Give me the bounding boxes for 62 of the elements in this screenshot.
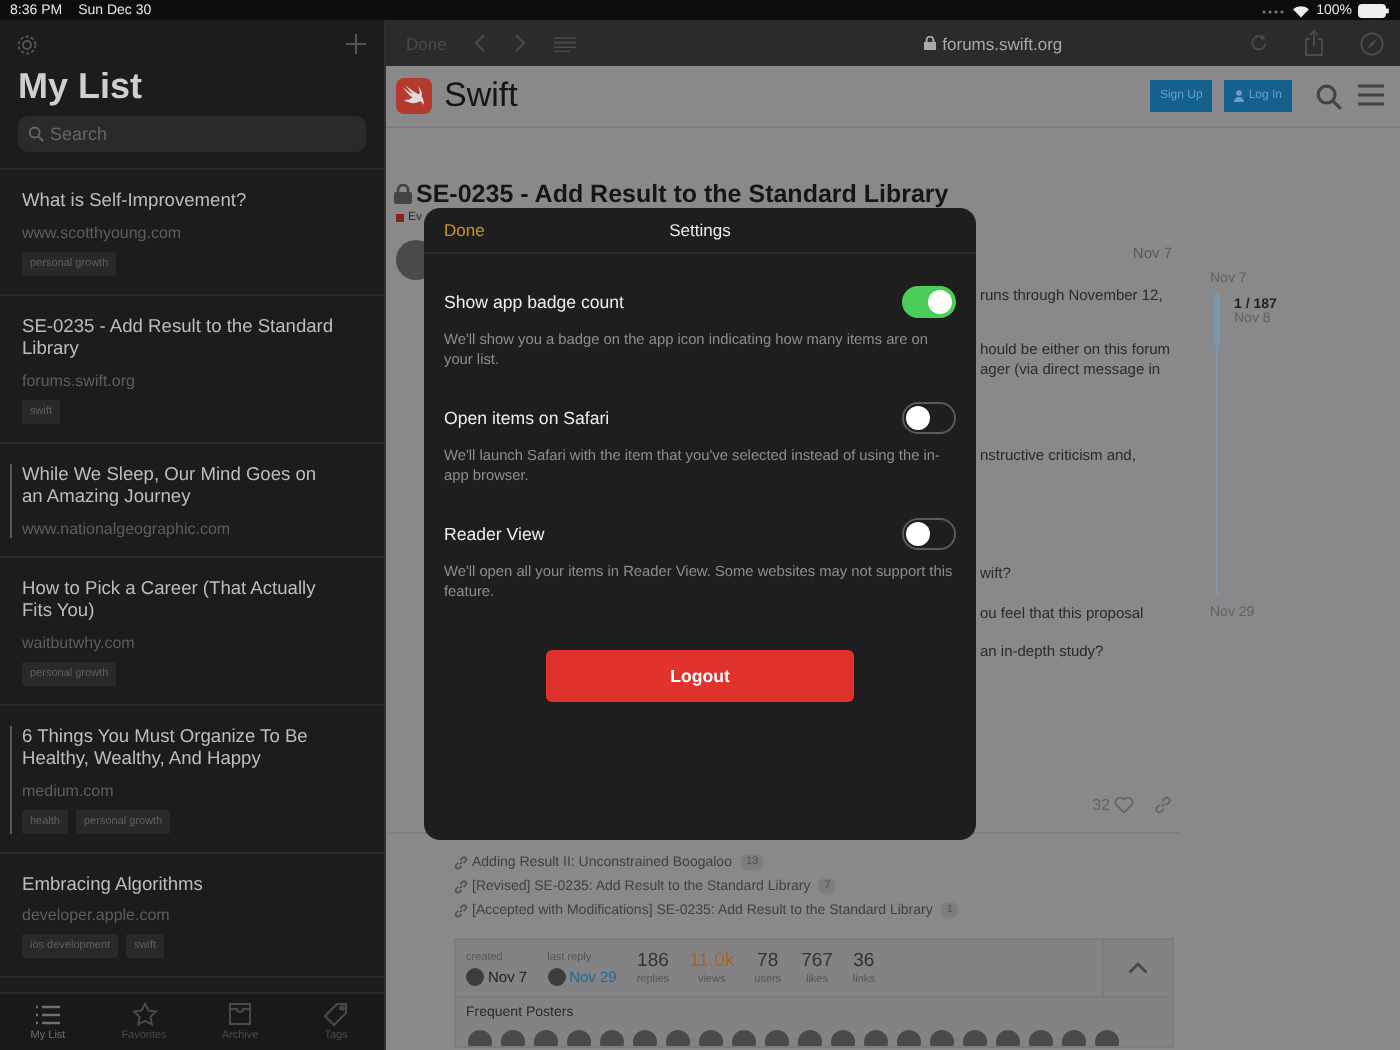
forward-chevron-icon [514, 34, 527, 52]
link-icon [454, 855, 468, 869]
stat-value: 767 [801, 950, 833, 972]
stat-value: 36 [853, 950, 875, 972]
person-icon [1234, 90, 1245, 102]
bird-logo-icon [396, 78, 432, 114]
battery-icon [1358, 3, 1390, 17]
link-icon [1154, 796, 1172, 814]
lock-icon [924, 36, 937, 50]
stat-value: 78 [757, 950, 779, 972]
dialog-title: Settings [669, 220, 731, 240]
reader-lines-icon [554, 35, 577, 51]
list-icon [34, 1003, 62, 1025]
search-field[interactable]: Search [18, 116, 366, 152]
toggle-switch[interactable] [902, 518, 956, 550]
toggle-switch[interactable] [902, 286, 956, 318]
setting-label: Show app badge count [444, 292, 624, 312]
article-title: While We Sleep, Our Mind Goes on an Amazing Journey [22, 463, 319, 509]
article-site: www.nationalgeographic.com [22, 519, 233, 537]
article-site: medium.com [22, 781, 116, 799]
chevron-up-icon [1128, 962, 1148, 974]
article-site: waitbutwhy.com [22, 633, 137, 651]
archive-box-icon [228, 1002, 252, 1026]
lock-icon [394, 184, 412, 204]
wifi-icon [1292, 3, 1311, 17]
article-item[interactable]: While We Sleep, Our Mind Goes on an Amazing Journey www.nationalgeographic.com [0, 443, 384, 557]
list-title: My List [16, 64, 145, 110]
back-chevron-icon [474, 34, 487, 52]
plus-icon [346, 34, 366, 54]
link-icon [454, 879, 468, 893]
article-title: Embracing Algorithms [22, 873, 205, 896]
tag-icon [324, 1002, 348, 1026]
star-icon [131, 1002, 157, 1026]
done-button[interactable]: Done [444, 220, 485, 240]
avatar [466, 967, 484, 985]
compass-icon [1360, 31, 1384, 55]
signal-icon [1262, 6, 1287, 14]
setting-label: Open items on Safari [444, 408, 610, 428]
article-site: www.scotthyoung.com [22, 223, 184, 241]
avatar [547, 967, 566, 985]
link-icon [454, 903, 468, 917]
logout-button[interactable]: Logout [546, 650, 854, 702]
menu-icon [1358, 83, 1384, 105]
site-brand[interactable]: Swift [444, 76, 1138, 116]
share-icon [1304, 30, 1324, 56]
stat-value: 11.0k [689, 950, 735, 972]
search-icon [1316, 83, 1342, 109]
article-title: What is Self-Improvement? [22, 190, 249, 213]
article-site: forums.swift.org [22, 371, 137, 389]
article-title: SE-0235 - Add Result to the Standard Library [22, 315, 336, 361]
category-swatch [396, 214, 404, 222]
toggle-switch[interactable] [902, 402, 956, 434]
address-bar[interactable]: forums.swift.org [942, 33, 1063, 53]
reload-icon [1250, 34, 1268, 52]
setting-label: Reader View [444, 524, 545, 544]
article-site: developer.apple.com [22, 906, 172, 924]
article-title: 6 Things You Must Organize To Be Healthy, Wealthy, And Happy [22, 725, 310, 771]
stat-value: 186 [637, 950, 669, 972]
article-title: How to Pick a Career (That Actually Fits You) [22, 577, 318, 623]
heart-icon [1114, 796, 1134, 814]
settings-icon [16, 33, 38, 55]
topic-title: SE-0235 - Add Result to the Standard Library [416, 180, 949, 208]
